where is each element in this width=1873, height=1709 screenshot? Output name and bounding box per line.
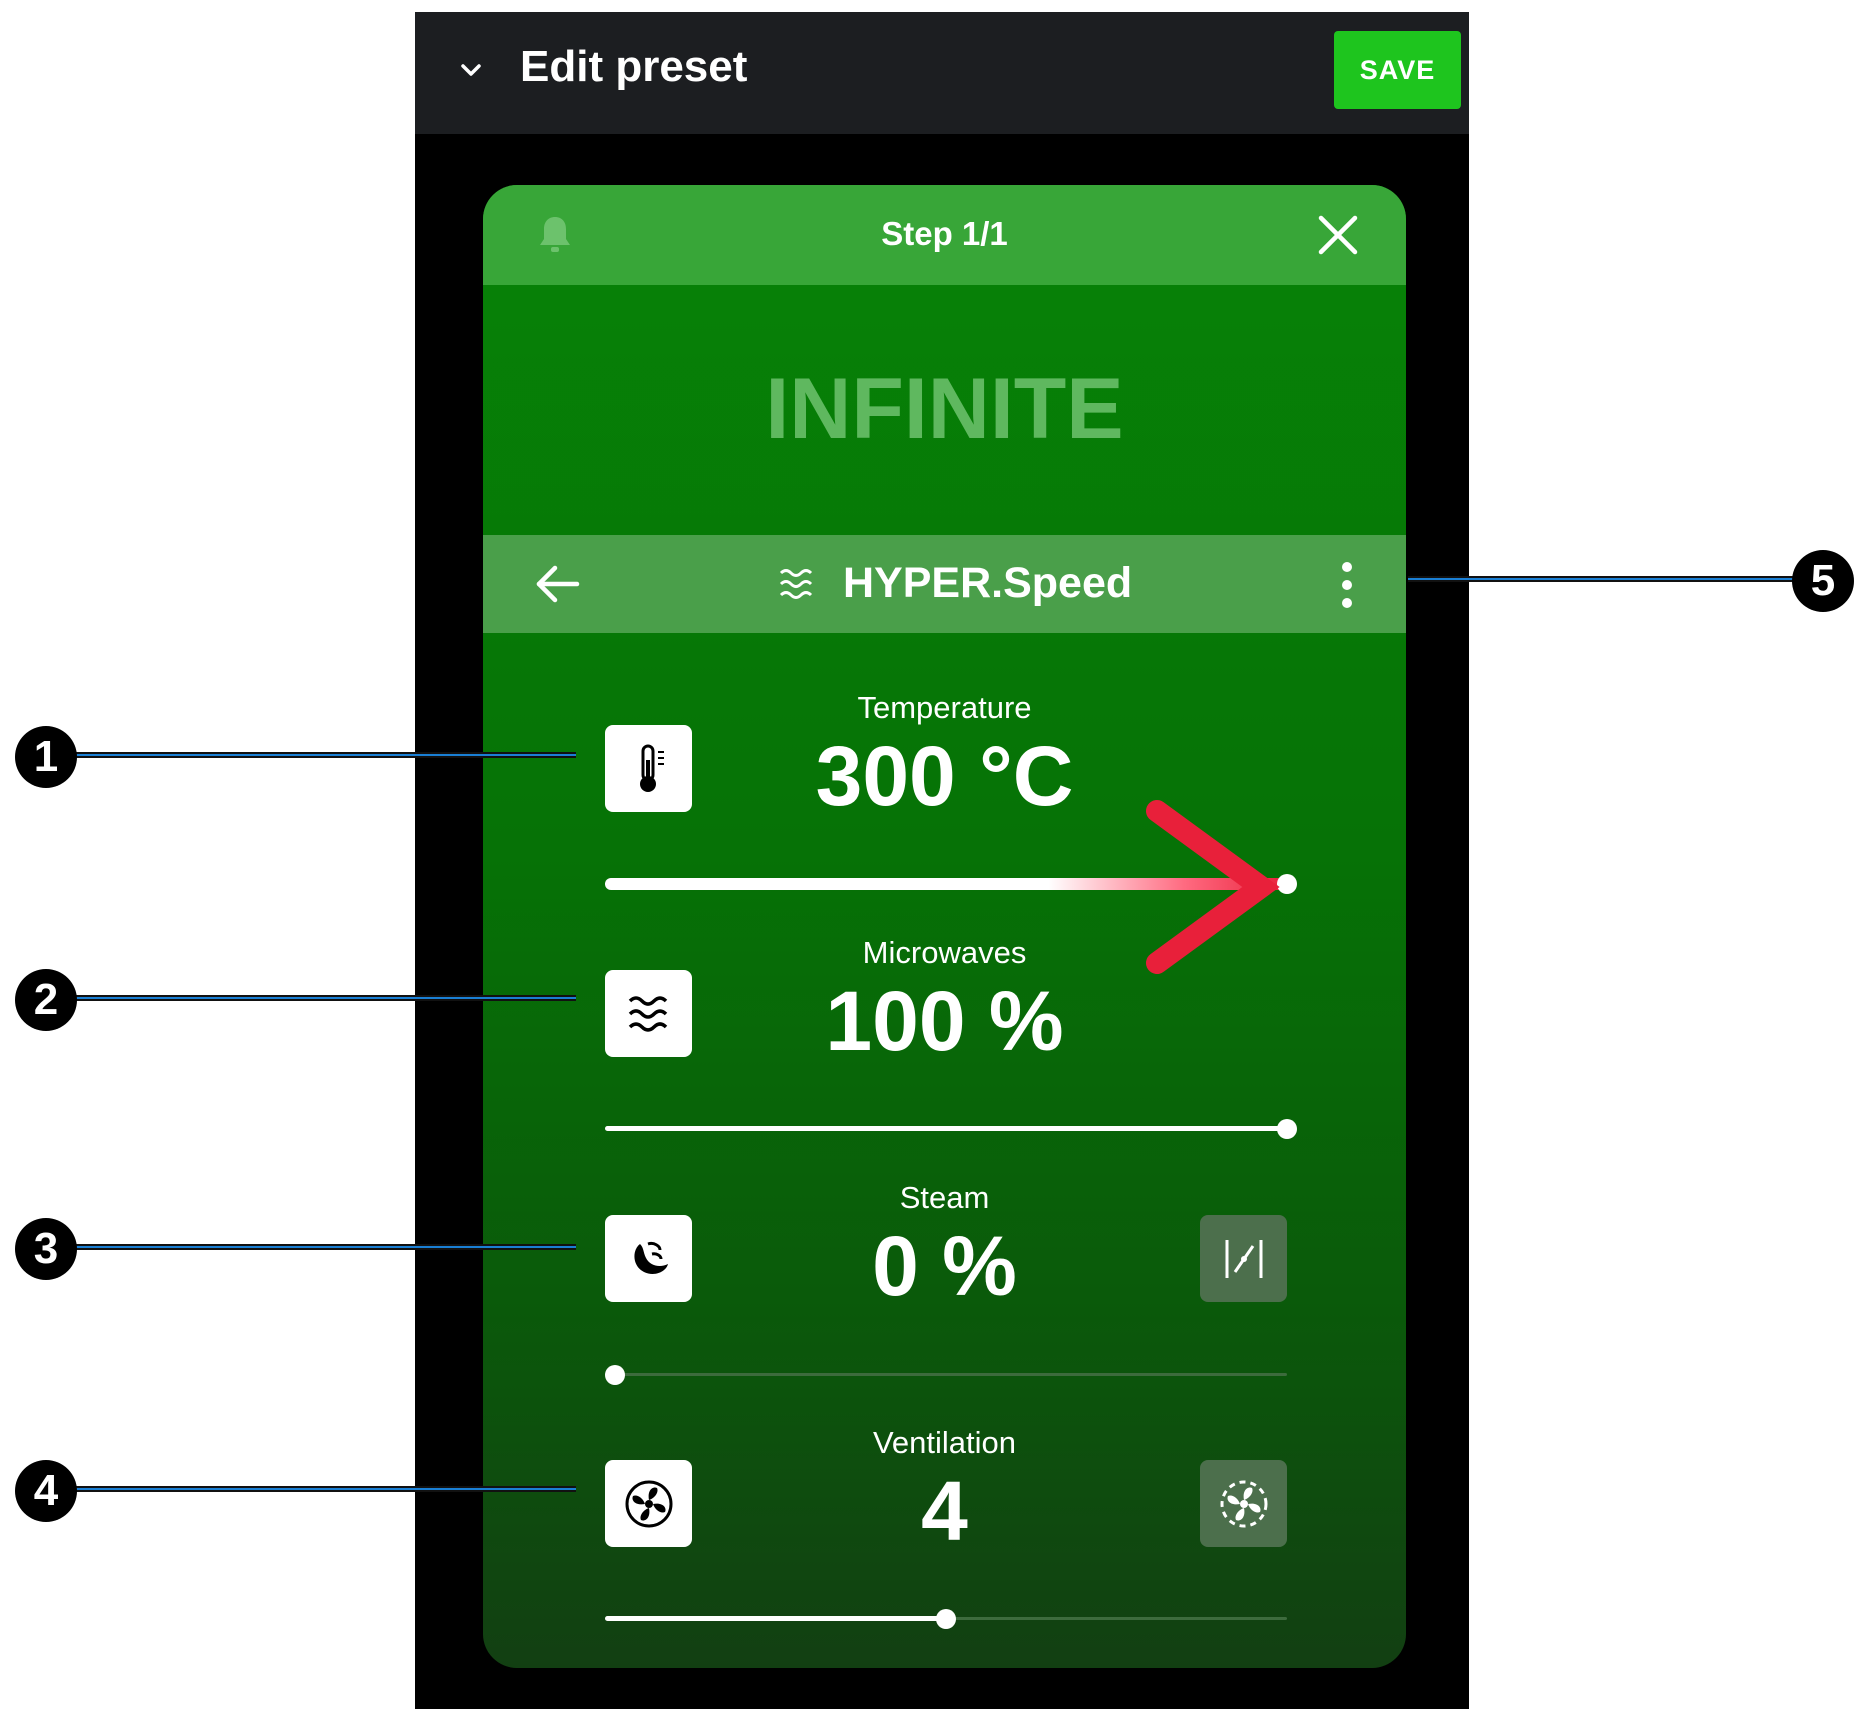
close-icon[interactable] [1311, 208, 1365, 262]
microwaves-value[interactable]: 100 % [483, 973, 1406, 1070]
microwaves-label: Microwaves [862, 935, 1027, 970]
microwaves-slider-thumb[interactable] [1277, 1119, 1297, 1139]
duration-display[interactable]: INFINITE [483, 360, 1406, 459]
ventilation-slider-thumb[interactable] [936, 1609, 956, 1629]
callout-marker-1: 1 [15, 726, 77, 788]
callout-line-4 [66, 1486, 576, 1492]
temperature-slider-fill [605, 878, 1287, 890]
steam-slider-thumb[interactable] [605, 1365, 625, 1385]
ventilation-slider-fill [605, 1616, 946, 1621]
microwave-waves-icon [779, 569, 813, 599]
temperature-slider[interactable] [605, 873, 1297, 895]
save-button[interactable]: SAVE [1334, 31, 1461, 109]
steam-label: Steam [899, 1180, 990, 1215]
ventilation-side-button[interactable] [1200, 1460, 1287, 1547]
step-card-header: Step 1/1 [483, 185, 1406, 285]
chevron-down-icon[interactable] [451, 50, 491, 90]
callout-marker-2: 2 [15, 969, 77, 1031]
steam-slider[interactable] [605, 1365, 1287, 1385]
callout-marker-5: 5 [1792, 550, 1854, 612]
steam-toggle-icon [1225, 1239, 1262, 1278]
step-indicator: Step 1/1 [881, 215, 1008, 252]
step-card: Step 1/1 INFINITE HYPER.Speed Temperatur… [483, 185, 1406, 1668]
fan-pulse-icon [1220, 1480, 1267, 1527]
more-vertical-icon[interactable] [1339, 559, 1355, 611]
page-title: Edit preset [520, 42, 748, 91]
phone-screen: Edit preset SAVE Step 1/1 INFINITE HYPER… [415, 12, 1469, 1709]
top-app-bar: Edit preset SAVE [415, 12, 1469, 134]
steam-side-button[interactable] [1200, 1215, 1287, 1302]
callout-marker-4: 4 [15, 1460, 77, 1522]
callout-line-2 [66, 995, 576, 1001]
ventilation-label: Ventilation [872, 1425, 1017, 1460]
callout-line-1 [66, 752, 576, 758]
back-arrow-icon[interactable] [533, 561, 583, 607]
mode-name[interactable]: HYPER.Speed [843, 559, 1132, 608]
temperature-label: Temperature [857, 690, 1032, 725]
temperature-value[interactable]: 300 °C [483, 728, 1406, 825]
ventilation-slider[interactable] [605, 1609, 1287, 1629]
callout-marker-3: 3 [15, 1218, 77, 1280]
callout-line-3 [66, 1244, 576, 1250]
mode-selector-bar: HYPER.Speed [483, 535, 1406, 633]
temperature-slider-thumb[interactable] [1277, 874, 1297, 894]
callout-line-5 [1408, 576, 1804, 582]
microwaves-slider-fill [605, 1126, 1287, 1131]
microwaves-slider[interactable] [605, 1119, 1297, 1139]
